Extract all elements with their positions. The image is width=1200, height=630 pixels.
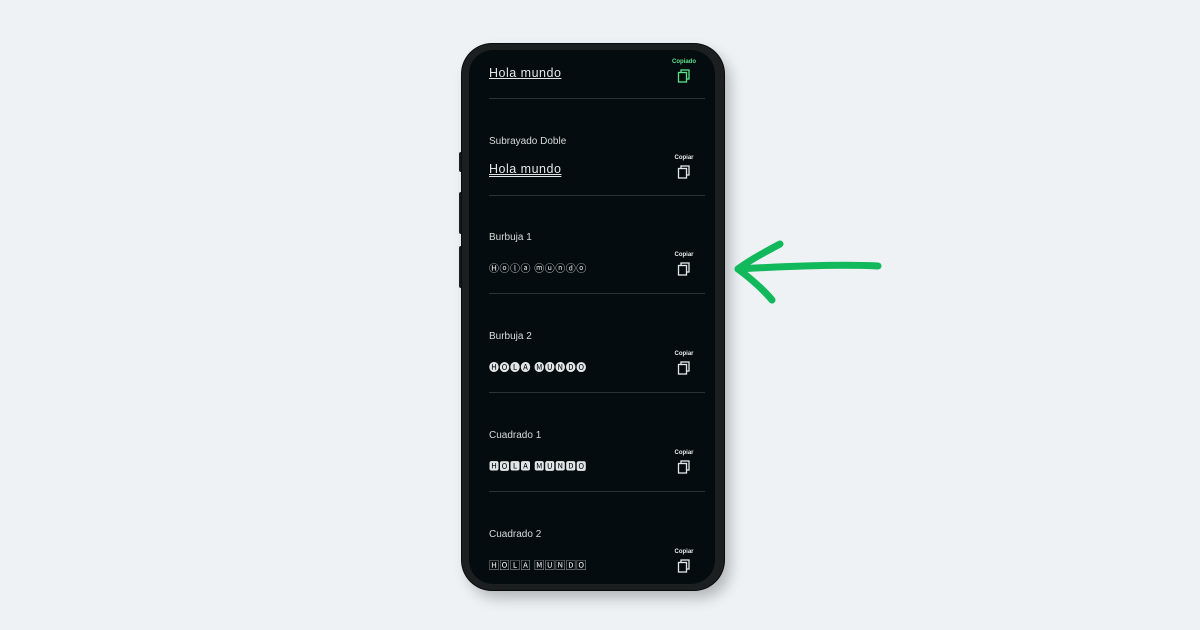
item-sample: Ⓗⓞⓛⓐ ⓜⓤⓝⓓⓞ (489, 264, 587, 275)
divider (489, 392, 705, 393)
item-title: Burbuja 2 (489, 331, 532, 342)
copy-icon (677, 262, 690, 276)
left-arrow-icon (734, 240, 882, 304)
item-title: Cuadrado 2 (489, 529, 542, 540)
copy-icon (677, 165, 690, 179)
copy-button[interactable]: Copiar (669, 350, 699, 375)
item-sample: Hola mundo (489, 162, 561, 176)
copy-button[interactable]: Copiar (669, 251, 699, 276)
item-sample: 🅗🅞🅛🅐 🅜🅤🅝🅓🅞 (489, 363, 587, 374)
copy-icon (677, 361, 690, 375)
phone-frame: Hola mundo Copiado Subrayado Doble Hola … (462, 44, 724, 590)
copy-icon (677, 559, 690, 573)
divider (489, 293, 705, 294)
style-item-square-1: Cuadrado 1 🅷🅾🅻🅰 🅼🆄🅽🅳🅾 Copiar (489, 424, 705, 492)
style-item-bubble-1: Burbuja 1 Ⓗⓞⓛⓐ ⓜⓤⓝⓓⓞ Copiar (489, 226, 705, 294)
item-title: Burbuja 1 (489, 232, 532, 243)
divider (489, 195, 705, 196)
item-title: Cuadrado 1 (489, 430, 542, 441)
sample-text: Hola mundo (489, 162, 562, 176)
stage: Hola mundo Copiado Subrayado Doble Hola … (0, 0, 1200, 630)
copy-icon (677, 69, 690, 83)
style-item-double-underline: Subrayado Doble Hola mundo Copiar (489, 130, 705, 196)
item-sample: Hola mundo (489, 66, 561, 80)
copy-button[interactable]: Copiar (669, 548, 699, 573)
copy-button[interactable]: Copiado (669, 58, 699, 83)
style-item-square-2: Cuadrado 2 🄷🄾🄻🄰 🄼🅄🄽🄳🄾 Copiar (489, 523, 705, 584)
divider (489, 98, 705, 99)
copy-label: Copiar (674, 351, 694, 357)
copy-label: Copiar (674, 549, 694, 555)
item-sample: 🄷🄾🄻🄰 🄼🅄🄽🄳🄾 (489, 561, 587, 572)
phone-screen: Hola mundo Copiado Subrayado Doble Hola … (469, 50, 715, 584)
item-sample: 🅷🅾🅻🅰 🅼🆄🅽🅳🅾 (489, 462, 587, 473)
copy-label: Copiar (674, 155, 694, 161)
copy-label: Copiar (674, 450, 694, 456)
copy-icon (677, 460, 690, 474)
sample-text: Hola mundo (489, 66, 562, 80)
divider (489, 491, 705, 492)
item-title: Subrayado Doble (489, 136, 567, 147)
copy-label: Copiar (674, 252, 694, 258)
copy-button[interactable]: Copiar (669, 154, 699, 179)
copy-button[interactable]: Copiar (669, 449, 699, 474)
copy-label: Copiado (672, 59, 696, 65)
style-item-bubble-2: Burbuja 2 🅗🅞🅛🅐 🅜🅤🅝🅓🅞 Copiar (489, 325, 705, 393)
style-item-underline: Hola mundo Copiado (489, 50, 705, 99)
